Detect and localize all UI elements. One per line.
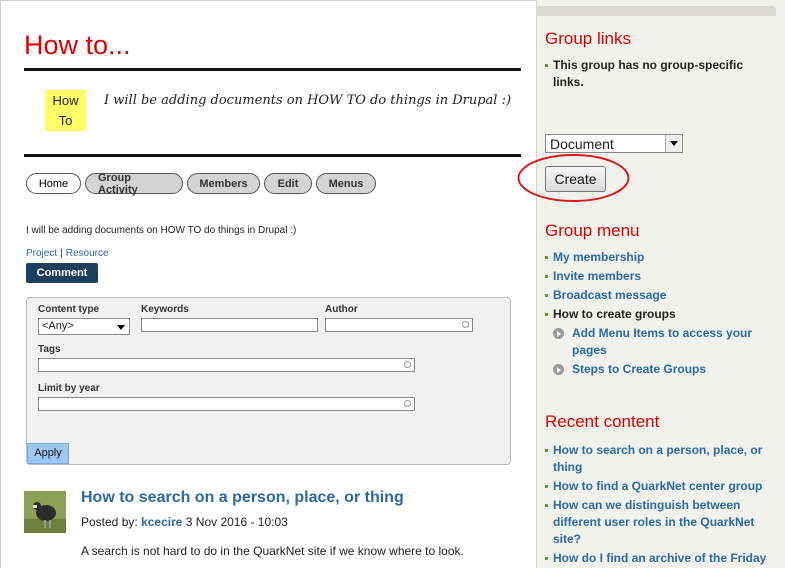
group-menu-heading: Group menu <box>545 221 640 240</box>
tab-menus[interactable]: Menus <box>316 173 376 194</box>
group-intro: I will be adding documents on HOW TO do … <box>104 93 512 108</box>
submenu-item-steps[interactable]: Steps to Create Groups <box>545 361 770 378</box>
bullet <box>545 485 548 488</box>
group-tabs: Home Group Activity Members Edit Menus <box>26 172 376 196</box>
menu-item-how-to-create-groups[interactable]: How to create groups <box>545 306 770 323</box>
autocomplete-icon <box>404 361 411 368</box>
menu-item-invite-members[interactable]: Invite members <box>545 268 770 285</box>
content-type-dropdown[interactable]: Document <box>545 134 683 153</box>
divider <box>24 68 521 71</box>
autocomplete-icon <box>404 400 411 407</box>
menu-item-label: Broadcast message <box>553 288 667 302</box>
keywords-input[interactable] <box>141 318 318 332</box>
tab-members[interactable]: Members <box>187 173 260 194</box>
recent-item-label: How to find a QuarkNet center group <box>553 479 763 493</box>
divider <box>24 154 521 157</box>
bullet <box>545 294 548 297</box>
avatar <box>24 491 66 533</box>
content-type-label: Content type <box>38 304 100 315</box>
link-separator: | <box>60 248 63 259</box>
page-title: How to... <box>24 30 131 60</box>
menu-item-label: My membership <box>553 250 645 264</box>
filter-form: Content type <Any> Keywords Author Tags … <box>26 297 511 465</box>
main-content <box>0 0 536 568</box>
comment-button[interactable]: Comment <box>26 263 98 283</box>
group-links-heading: Group links <box>545 29 631 48</box>
post-date: 3 Nov 2016 - 10:03 <box>185 515 288 529</box>
limit-year-label: Limit by year <box>38 383 100 394</box>
group-menu-list: My membership Invite members Broadcast m… <box>545 249 770 380</box>
apply-button[interactable]: Apply <box>27 443 69 464</box>
keywords-label: Keywords <box>141 304 189 315</box>
list-item: This group has no group-specific links. <box>545 57 770 91</box>
content-type-value: <Any> <box>42 320 74 332</box>
tags-label: Tags <box>38 344 61 355</box>
author-label: Author <box>325 304 358 315</box>
submenu-item-label: Steps to Create Groups <box>572 362 707 376</box>
recent-item-label: How can we distinguish between different… <box>553 498 755 546</box>
group-description: I will be adding documents on HOW TO do … <box>26 225 297 236</box>
bullet <box>545 313 548 316</box>
recent-item[interactable]: How to search on a person, place, or thi… <box>545 442 770 476</box>
logo-line-2: To <box>58 113 73 128</box>
play-circle-icon <box>553 364 564 375</box>
recent-item[interactable]: How do I find an archive of the Friday <box>545 550 770 567</box>
recent-item-label: How to search on a person, place, or thi… <box>553 443 763 474</box>
recent-item[interactable]: How can we distinguish between different… <box>545 497 770 548</box>
sidebar-top-edge <box>536 6 776 16</box>
content-type-select[interactable]: <Any> <box>38 318 130 335</box>
posted-by-label: Posted by: <box>81 515 138 529</box>
type-links: Project | Resource <box>26 248 109 259</box>
bullet <box>545 275 548 278</box>
group-links-list: This group has no group-specific links. <box>545 57 770 93</box>
autocomplete-icon <box>462 321 469 328</box>
bullet <box>545 256 548 259</box>
recent-content-list: How to search on a person, place, or thi… <box>545 442 770 569</box>
menu-item-broadcast[interactable]: Broadcast message <box>545 287 770 304</box>
post-body: A search is not hard to do in the QuarkN… <box>81 544 464 558</box>
menu-item-my-membership[interactable]: My membership <box>545 249 770 266</box>
tab-home[interactable]: Home <box>26 173 81 194</box>
tab-group-activity[interactable]: Group Activity <box>85 172 183 196</box>
post-meta: Posted by: kcecire 3 Nov 2016 - 10:03 <box>81 515 288 529</box>
chevron-down-icon <box>665 135 682 152</box>
bullet <box>545 557 548 560</box>
tags-input[interactable] <box>38 358 415 372</box>
bullet <box>545 64 548 67</box>
bullet <box>545 449 548 452</box>
logo-line-1: How <box>52 93 79 108</box>
resource-link[interactable]: Resource <box>66 248 109 259</box>
dropdown-value: Document <box>550 136 614 152</box>
recent-content-heading: Recent content <box>545 412 660 431</box>
recent-item[interactable]: How to find a QuarkNet center group <box>545 478 770 495</box>
recent-item-label: How do I find an archive of the Friday <box>553 551 767 565</box>
chevron-down-icon <box>117 325 125 330</box>
group-links-text: This group has no group-specific links. <box>553 58 744 89</box>
post-title[interactable]: How to search on a person, place, or thi… <box>81 489 404 507</box>
play-circle-icon <box>553 328 564 339</box>
submenu-item-label: Add Menu Items to access your pages <box>572 326 753 357</box>
bullet <box>545 504 548 507</box>
tab-edit[interactable]: Edit <box>264 173 312 194</box>
limit-year-input[interactable] <box>38 397 415 411</box>
submenu-item-add-menu-items[interactable]: Add Menu Items to access your pages <box>545 325 770 359</box>
annotation-circle <box>517 154 630 202</box>
project-link[interactable]: Project <box>26 248 57 259</box>
menu-item-label: How to create groups <box>553 307 676 321</box>
group-logo: How To <box>45 90 86 131</box>
author-input[interactable] <box>325 318 473 332</box>
menu-item-label: Invite members <box>553 269 642 283</box>
author-link[interactable]: kcecire <box>141 515 182 529</box>
